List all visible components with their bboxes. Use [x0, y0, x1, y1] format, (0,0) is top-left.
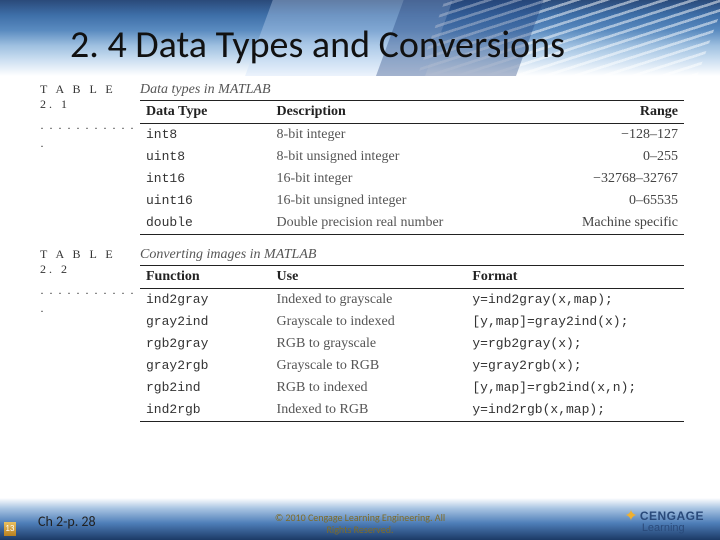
table-2-1-label: T A B L E 2. 1: [40, 82, 140, 112]
cell-fn: ind2gray: [140, 289, 271, 312]
logo-text-bottom: Learning: [642, 522, 685, 534]
caption-text: Data types in: [140, 82, 218, 97]
table-row: ind2grayIndexed to grayscaley=ind2gray(x…: [140, 289, 684, 312]
cell-fn: gray2ind: [140, 311, 271, 333]
table-2-2-label: T A B L E 2. 2: [40, 247, 140, 277]
cell-fmt: y=ind2gray(x,map);: [466, 289, 684, 312]
table-row: ind2rgbIndexed to RGBy=ind2rgb(x,map);: [140, 399, 684, 422]
col-use: Use: [271, 266, 467, 289]
cell-desc: 16-bit integer: [271, 168, 521, 190]
table-row: rgb2grayRGB to grayscaley=rgb2gray(x);: [140, 333, 684, 355]
col-range: Range: [521, 101, 684, 124]
col-function: Function: [140, 266, 271, 289]
cell-type: int8: [140, 124, 271, 147]
cell-fmt: y=gray2rgb(x);: [466, 355, 684, 377]
table-2-2-block: T A B L E 2. 2 Converting images in MATL…: [40, 247, 684, 422]
table-row: uint1616-bit unsigned integer0–65535: [140, 190, 684, 212]
cell-type: int16: [140, 168, 271, 190]
copyright-text: © 2010 Cengage Learning Engineering. All…: [0, 512, 720, 536]
cell-fn: rgb2gray: [140, 333, 271, 355]
cell-desc: 8-bit integer: [271, 124, 521, 147]
table-2-1-caption: Data types in MATLAB: [140, 82, 271, 97]
cell-fmt: [y,map]=gray2ind(x);: [466, 311, 684, 333]
col-format: Format: [466, 266, 684, 289]
cell-desc: 8-bit unsigned integer: [271, 146, 521, 168]
cell-desc: Double precision real number: [271, 212, 521, 235]
col-data-type: Data Type: [140, 101, 271, 124]
cell-range: 0–255: [521, 146, 684, 168]
page-title: 2. 4 Data Types and Conversions: [70, 22, 565, 68]
table-row: doubleDouble precision real numberMachin…: [140, 212, 684, 235]
content-area: T A B L E 2. 1 Data types in MATLAB Data…: [40, 82, 684, 494]
cell-use: Grayscale to indexed: [271, 311, 467, 333]
cell-range: Machine specific: [521, 212, 684, 235]
cell-use: Grayscale to RGB: [271, 355, 467, 377]
cell-fmt: [y,map]=rgb2ind(x,n);: [466, 377, 684, 399]
dotted-rule: [40, 284, 140, 320]
cell-type: uint16: [140, 190, 271, 212]
caption-matlab: MATLAB: [264, 247, 316, 262]
caption-matlab: MATLAB: [218, 82, 270, 97]
cell-range: −32768–32767: [521, 168, 684, 190]
table-row: int88-bit integer−128–127: [140, 124, 684, 147]
copyright-line-2: Rights Reserved.: [327, 523, 394, 536]
table-row: uint88-bit unsigned integer0–255: [140, 146, 684, 168]
cell-range: 0–65535: [521, 190, 684, 212]
cell-fmt: y=ind2rgb(x,map);: [466, 399, 684, 422]
table-row: rgb2indRGB to indexed[y,map]=rgb2ind(x,n…: [140, 377, 684, 399]
cengage-logo: CENGAGE Learning: [624, 506, 704, 534]
cell-fn: rgb2ind: [140, 377, 271, 399]
cell-use: RGB to grayscale: [271, 333, 467, 355]
cell-fmt: y=rgb2gray(x);: [466, 333, 684, 355]
table-2-2: Function Use Format ind2grayIndexed to g…: [140, 265, 684, 422]
caption-text: Converting images in: [140, 247, 264, 262]
dotted-rule: [40, 119, 140, 155]
cell-use: Indexed to grayscale: [271, 289, 467, 312]
cell-fn: ind2rgb: [140, 399, 271, 422]
cell-use: RGB to indexed: [271, 377, 467, 399]
logo-text-top: CENGAGE: [640, 509, 704, 523]
cell-desc: 16-bit unsigned integer: [271, 190, 521, 212]
table-row: int1616-bit integer−32768–32767: [140, 168, 684, 190]
cell-use: Indexed to RGB: [271, 399, 467, 422]
cell-range: −128–127: [521, 124, 684, 147]
table-row: gray2indGrayscale to indexed[y,map]=gray…: [140, 311, 684, 333]
table-row: gray2rgbGrayscale to RGBy=gray2rgb(x);: [140, 355, 684, 377]
cell-type: uint8: [140, 146, 271, 168]
cell-type: double: [140, 212, 271, 235]
table-2-1-block: T A B L E 2. 1 Data types in MATLAB Data…: [40, 82, 684, 235]
table-2-1: Data Type Description Range int88-bit in…: [140, 100, 684, 235]
table-2-2-caption: Converting images in MATLAB: [140, 247, 316, 262]
logo-star-icon: [624, 508, 638, 522]
cell-fn: gray2rgb: [140, 355, 271, 377]
col-description: Description: [271, 101, 521, 124]
